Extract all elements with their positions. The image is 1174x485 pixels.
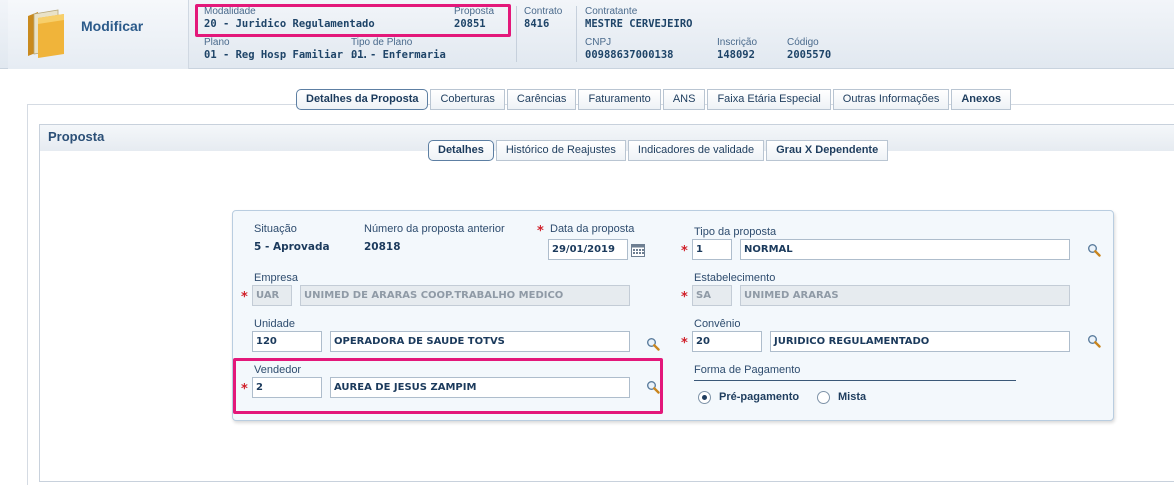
- unidade-label: Unidade: [254, 318, 295, 330]
- data-proposta-input[interactable]: 29/01/2019: [548, 239, 628, 260]
- sub-tab-bar: Detalhes Histórico de Reajustes Indicado…: [428, 140, 890, 161]
- codigo-value: 2005570: [787, 49, 832, 61]
- tipo-proposta-label: Tipo da proposta: [694, 226, 777, 238]
- tab-grau-x-dependente[interactable]: Grau X Dependente: [766, 140, 889, 161]
- contratante-value: MESTRE CERVEJEIRO: [585, 18, 693, 30]
- folder-icon: [28, 9, 64, 58]
- estabelecimento-label: Estabelecimento: [694, 272, 776, 284]
- tab-carencias[interactable]: Carências: [506, 89, 577, 110]
- plano-value: 01 - Reg Hosp Familiar ...: [204, 49, 369, 61]
- main-tab-bar: Detalhes da Proposta Coberturas Carência…: [296, 89, 1013, 110]
- plano-field: Plano 01 - Reg Hosp Familiar ...: [204, 37, 368, 62]
- tipo-proposta-desc-input[interactable]: NORMAL: [740, 239, 1070, 260]
- estabelecimento-code-input: SA: [692, 285, 732, 306]
- required-marker: *: [681, 244, 688, 259]
- tab-indicadores-de-validade[interactable]: Indicadores de validade: [627, 140, 765, 161]
- contrato-label: Contrato: [524, 6, 563, 17]
- unidade-desc-input[interactable]: OPERADORA DE SAUDE TOTVS: [330, 331, 630, 352]
- tipo-plano-field: Tipo de Plano 01 - Enfermaria: [351, 37, 446, 62]
- vendedor-code-input[interactable]: 2: [252, 377, 322, 398]
- codigo-field: Código 2005570: [787, 37, 831, 62]
- search-icon[interactable]: [646, 380, 660, 394]
- radio-mista[interactable]: [817, 391, 830, 404]
- vendedor-desc-input[interactable]: AUREA DE JESUS ZAMPIM: [330, 377, 630, 398]
- panel-title: Proposta: [48, 129, 105, 144]
- numero-proposta-anterior-value: 20818: [364, 241, 401, 253]
- situacao-value: 5 - Aprovada: [254, 241, 330, 253]
- search-icon[interactable]: [1087, 334, 1101, 348]
- highlight-box-header: [195, 4, 511, 37]
- empresa-code-input: UAR: [252, 285, 292, 306]
- codigo-label: Código: [787, 37, 819, 48]
- situacao-label: Situação: [254, 223, 297, 235]
- divider: [516, 6, 517, 62]
- inscricao-label: Inscrição: [717, 37, 758, 48]
- numero-proposta-anterior-label: Número da proposta anterior: [364, 223, 505, 235]
- header-bar: Modificar Modalidade 20 - Juridico Regul…: [0, 0, 1174, 69]
- tab-detalhes[interactable]: Detalhes: [428, 140, 494, 161]
- cnpj-field: CNPJ 00988637000138: [585, 37, 674, 62]
- divider: [576, 6, 577, 62]
- calendar-icon[interactable]: [631, 243, 645, 257]
- data-proposta-label: Data da proposta: [550, 223, 635, 235]
- cnpj-label: CNPJ: [585, 37, 612, 48]
- vendedor-label: Vendedor: [254, 364, 302, 376]
- plano-label: Plano: [204, 37, 230, 48]
- forma-pagamento-label: Forma de Pagamento: [694, 364, 801, 376]
- required-marker: *: [241, 290, 248, 305]
- tab-outras-informacoes[interactable]: Outras Informações: [832, 89, 950, 110]
- tipo-proposta-code-input[interactable]: 1: [692, 239, 732, 260]
- contrato-field: Contrato 8416: [524, 6, 562, 31]
- tab-detalhes-da-proposta[interactable]: Detalhes da Proposta: [296, 89, 429, 110]
- tab-anexos[interactable]: Anexos: [951, 89, 1012, 110]
- empresa-desc-input: UNIMED DE ARARAS COOP.TRABALHO MEDICO: [300, 285, 630, 306]
- inscricao-field: Inscrição 148092: [717, 37, 757, 62]
- tab-ans[interactable]: ANS: [662, 89, 706, 110]
- convenio-code-input[interactable]: 20: [692, 331, 762, 352]
- inscricao-value: 148092: [717, 49, 755, 61]
- search-icon[interactable]: [646, 337, 660, 351]
- convenio-label: Convênio: [694, 318, 741, 330]
- convenio-desc-input[interactable]: JURIDICO REGULAMENTADO: [770, 331, 1070, 352]
- tab-faixa-etaria-especial[interactable]: Faixa Etária Especial: [707, 89, 831, 110]
- tab-coberturas[interactable]: Coberturas: [430, 89, 505, 110]
- tipo-plano-label: Tipo de Plano: [351, 37, 413, 48]
- search-icon[interactable]: [1087, 243, 1101, 257]
- header-title-area: Modificar: [8, 0, 189, 69]
- empresa-label: Empresa: [254, 272, 299, 284]
- page-title: Modificar: [81, 18, 144, 34]
- radio-pre-pagamento[interactable]: [698, 391, 711, 404]
- radio-mista-label: Mista: [838, 391, 867, 403]
- cnpj-value: 00988637000138: [585, 49, 674, 61]
- contratante-label: Contratante: [585, 6, 638, 17]
- required-marker: *: [241, 382, 248, 397]
- contrato-value: 8416: [524, 18, 550, 30]
- tab-historico-de-reajustes[interactable]: Histórico de Reajustes: [495, 140, 626, 161]
- unidade-code-input[interactable]: 120: [252, 331, 322, 352]
- required-marker: *: [681, 336, 688, 351]
- forma-pagamento-divider: [694, 380, 1016, 381]
- tipo-plano-value: 01 - Enfermaria: [351, 49, 446, 61]
- contratante-field: Contratante MESTRE CERVEJEIRO: [585, 6, 692, 31]
- required-marker: *: [537, 224, 544, 239]
- tab-faturamento[interactable]: Faturamento: [578, 89, 661, 110]
- radio-pre-pagamento-label: Pré-pagamento: [719, 391, 800, 403]
- required-marker: *: [681, 290, 688, 305]
- estabelecimento-desc-input: UNIMED ARARAS: [740, 285, 1070, 306]
